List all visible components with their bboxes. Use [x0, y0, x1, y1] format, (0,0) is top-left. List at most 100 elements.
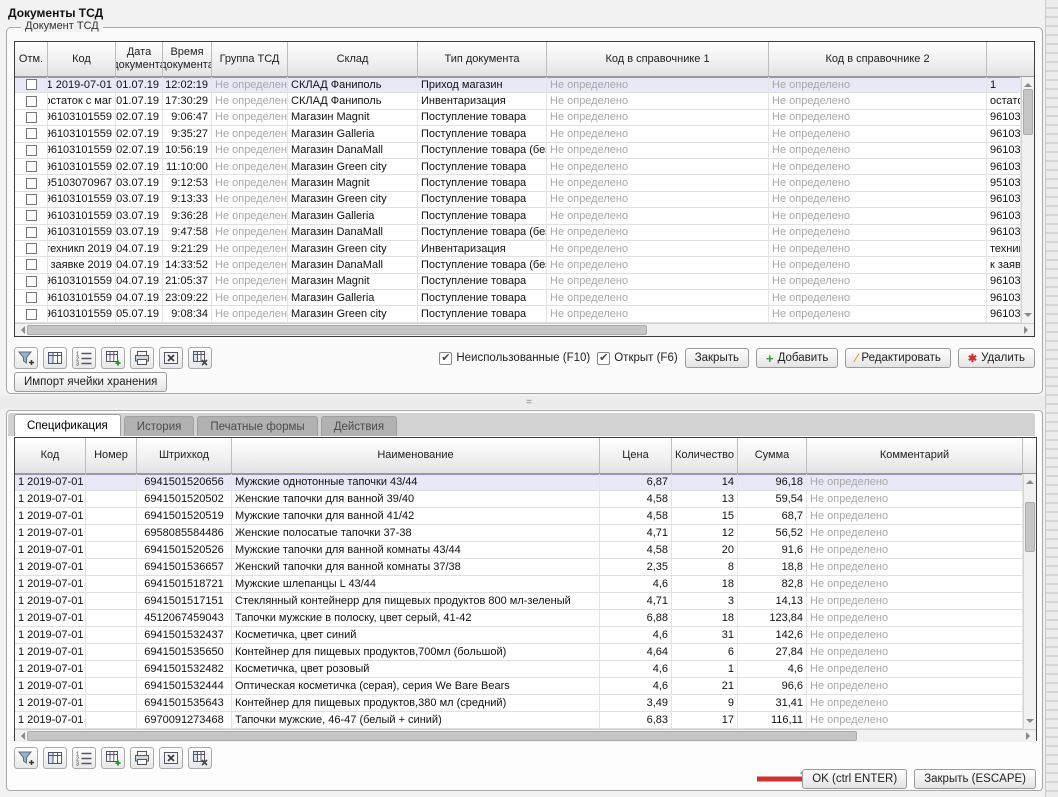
table-add-icon[interactable] — [101, 347, 125, 369]
delete-button[interactable]: ✱Удалить — [958, 348, 1035, 368]
ok-button[interactable]: OK (ctrl ENTER) — [802, 769, 907, 789]
scroll-up-icon[interactable] — [1024, 79, 1032, 87]
columns-icon[interactable] — [43, 347, 67, 369]
table-row[interactable]: 1 2019-07-01 6941501532437 Косметичка, ц… — [15, 627, 1036, 644]
table-delete-icon[interactable] — [188, 347, 212, 369]
table-row[interactable]: 96103101559 03.07.19 9:13:33 Не определе… — [15, 192, 1034, 208]
col-header-ref2[interactable]: Код в справочнике 2 — [769, 42, 987, 76]
columns-icon[interactable] — [43, 747, 67, 769]
row-checkbox[interactable] — [26, 243, 37, 254]
scrollbar-thumb[interactable] — [1025, 502, 1035, 552]
row-checkbox[interactable] — [26, 210, 37, 221]
open-checkbox[interactable]: ✔ — [597, 352, 610, 365]
tab-actions[interactable]: Действия — [321, 416, 397, 436]
col-header-ref1[interactable]: Код в справочнике 1 — [547, 42, 769, 76]
print-icon[interactable] — [130, 347, 154, 369]
row-checkbox[interactable] — [26, 309, 37, 320]
vertical-scrollbar[interactable] — [1021, 77, 1034, 323]
table-row[interactable]: 96103101559 04.07.19 23:09:22 Не определ… — [15, 290, 1034, 306]
tab-print-forms[interactable]: Печатные формы — [197, 416, 317, 436]
table-row[interactable]: 1 2019-07-01 6941501532444 Оптическая ко… — [15, 678, 1036, 695]
row-checkbox[interactable] — [26, 79, 37, 90]
col-header-tail[interactable] — [987, 42, 1034, 76]
import-storage-cell-button[interactable]: Импорт ячейки хранения — [14, 372, 167, 392]
row-checkbox[interactable] — [26, 96, 37, 107]
table-row[interactable]: 1 2019-07-01 6941501520519 Мужские тапоч… — [15, 508, 1036, 525]
row-checkbox[interactable] — [26, 145, 37, 156]
table-row[interactable]: 1 2019-07-01 6941501520526 Мужские тапоч… — [15, 542, 1036, 559]
table-row[interactable]: техникп 2019 04.07.19 9:21:29 Не определ… — [15, 241, 1034, 257]
vertical-scrollbar[interactable] — [1023, 474, 1036, 729]
scroll-right-icon[interactable] — [1024, 326, 1032, 334]
table-row[interactable]: 1 2019-07-01 6941501520502 Женские тапоч… — [15, 491, 1036, 508]
numbered-list-icon[interactable]: 123 — [72, 347, 96, 369]
scroll-left-icon[interactable] — [17, 732, 25, 740]
table-row[interactable]: 96103101559 03.07.19 9:36:28 Не определе… — [15, 208, 1034, 224]
col-header-comment[interactable]: Комментарий — [807, 438, 1023, 473]
numbered-list-icon[interactable]: 123 — [72, 747, 96, 769]
col-header-mark[interactable]: Отм. — [15, 42, 48, 76]
scrollbar-thumb[interactable] — [27, 325, 647, 335]
col-header-price[interactable]: Цена — [600, 438, 672, 473]
table-row[interactable]: 1 2019-07-01 6941501536657 Женский тапоч… — [15, 559, 1036, 576]
scrollbar-thumb[interactable] — [1023, 89, 1033, 135]
col-header-qty[interactable]: Количество — [672, 438, 738, 473]
col-header-doctype[interactable]: Тип документа — [418, 42, 547, 76]
table-add-icon[interactable] — [101, 747, 125, 769]
table-row[interactable]: остаток с маг 01.07.19 17:30:29 Не опред… — [15, 93, 1034, 109]
row-checkbox[interactable] — [26, 227, 37, 238]
excel-export-icon[interactable] — [159, 747, 183, 769]
table-row[interactable]: 1 2019-07-01 6941501532482 Косметичка, ц… — [15, 661, 1036, 678]
tab-history[interactable]: История — [124, 416, 195, 436]
col-header-date[interactable]: Дата документа — [116, 42, 163, 76]
table-row[interactable]: 95103070967 03.07.19 9:12:53 Не определе… — [15, 175, 1034, 191]
table-row[interactable]: 96103101559 02.07.19 10:56:19 Не определ… — [15, 143, 1034, 159]
col-header-time[interactable]: Время документа — [163, 42, 212, 76]
table-row[interactable]: 1 2019-07-01 6941501535650 Контейнер для… — [15, 644, 1036, 661]
table-row[interactable]: 96103101559 02.07.19 9:06:47 Не определе… — [15, 110, 1034, 126]
table-row[interactable]: 1 2019-07-01 6941501535643 Контейнер для… — [15, 695, 1036, 712]
col-header-sum[interactable]: Сумма — [738, 438, 807, 473]
row-checkbox[interactable] — [26, 178, 37, 189]
table-row[interactable]: 96103101559 02.07.19 11:10:00 Не определ… — [15, 159, 1034, 175]
row-checkbox[interactable] — [26, 259, 37, 270]
table-delete-icon[interactable] — [188, 747, 212, 769]
filter-icon[interactable] — [14, 747, 38, 769]
row-checkbox[interactable] — [26, 112, 37, 123]
table-row[interactable]: 96103101559 02.07.19 9:35:27 Не определе… — [15, 126, 1034, 142]
row-checkbox[interactable] — [26, 276, 37, 287]
col-header-number[interactable]: Номер — [86, 438, 137, 473]
scroll-right-icon[interactable] — [1026, 732, 1034, 740]
table-row[interactable]: 1 2019-07-01 01.07.19 12:02:19 Не опреде… — [15, 77, 1034, 93]
add-button[interactable]: +Добавить — [756, 348, 838, 368]
row-checkbox[interactable] — [26, 128, 37, 139]
scroll-down-icon[interactable] — [1026, 719, 1034, 727]
print-icon[interactable] — [130, 747, 154, 769]
col-header-code[interactable]: Код — [48, 42, 116, 76]
scroll-up-icon[interactable] — [1026, 476, 1034, 484]
col-header-code[interactable]: Код — [15, 438, 86, 473]
horizontal-scrollbar[interactable] — [15, 323, 1034, 336]
table-row[interactable]: 1 2019-07-01 6941501517151 Стеклянный ко… — [15, 593, 1036, 610]
col-header-group[interactable]: Группа ТСД — [212, 42, 288, 76]
table-row[interactable]: 96103101559 03.07.19 9:47:58 Не определе… — [15, 225, 1034, 241]
excel-export-icon[interactable] — [159, 347, 183, 369]
unused-checkbox[interactable]: ✔ — [439, 352, 452, 365]
scrollbar-thumb[interactable] — [27, 731, 857, 741]
horizontal-scrollbar[interactable] — [15, 729, 1036, 742]
table-row[interactable]: 1 2019-07-01 6941501520656 Мужские однот… — [15, 474, 1036, 491]
col-header-warehouse[interactable]: Склад — [288, 42, 418, 76]
scroll-down-icon[interactable] — [1024, 313, 1032, 321]
tab-specification[interactable]: Спецификация — [14, 414, 121, 436]
scroll-left-icon[interactable] — [17, 326, 25, 334]
panel-splitter[interactable]: = — [0, 396, 1058, 409]
table-row[interactable]: к заявке 2019 04.07.19 14:33:52 Не опред… — [15, 257, 1034, 273]
close-escape-button[interactable]: Закрыть (ESCAPE) — [914, 769, 1036, 789]
row-checkbox[interactable] — [26, 292, 37, 303]
row-checkbox[interactable] — [26, 194, 37, 205]
table-row[interactable]: 1 2019-07-01 6941501518721 Мужские шлепа… — [15, 576, 1036, 593]
table-row[interactable]: 1 2019-07-01 6970091273468 Тапочки мужск… — [15, 712, 1036, 729]
row-checkbox[interactable] — [26, 161, 37, 172]
col-header-name[interactable]: Наименование — [232, 438, 600, 473]
close-button[interactable]: Закрыть — [685, 348, 749, 368]
